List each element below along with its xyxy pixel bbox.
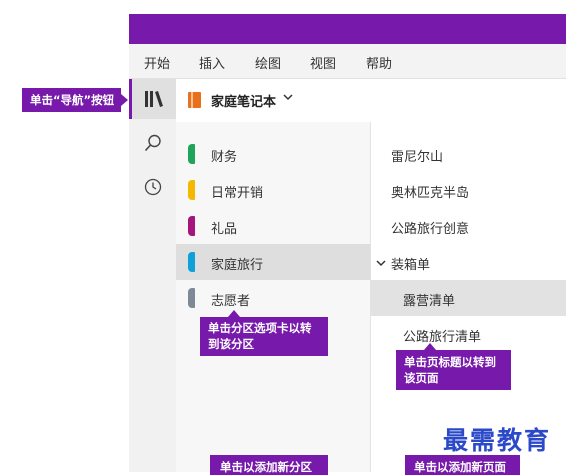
menu-bar: 开始 插入 绘图 视图 帮助: [129, 44, 566, 79]
callout-text-line: 单击分区选项卡以转: [208, 321, 312, 335]
notebook-icon: [188, 92, 201, 108]
section-color-tab: [188, 288, 195, 308]
section-color-tab: [188, 144, 195, 164]
menu-view[interactable]: 视图: [310, 53, 336, 72]
navigation-rail: [129, 79, 176, 472]
callout-text-line: 该页面: [404, 371, 439, 385]
section-tab-daily-expenses[interactable]: 日常开销: [176, 172, 370, 208]
callout-text-line: 单击页标题以转到: [404, 355, 496, 369]
watermark: 最需教育: [443, 426, 552, 455]
page-label: 奥林匹克半岛: [391, 186, 470, 201]
section-label: 日常开销: [211, 186, 264, 201]
page-label: 雷尼尔山: [391, 150, 444, 165]
menu-home[interactable]: 开始: [144, 53, 170, 72]
notebook-header[interactable]: 家庭笔记本: [176, 79, 566, 123]
page-packing-list[interactable]: 装箱单: [371, 244, 566, 280]
section-label: 财务: [211, 150, 238, 165]
page-mount-rainier[interactable]: 雷尼尔山: [371, 136, 566, 172]
search-icon: [144, 134, 161, 152]
menu-help[interactable]: 帮助: [366, 53, 392, 72]
callout-section-tab: 单击分区选项卡以转 到该分区: [200, 317, 328, 356]
callout-arrow: [121, 94, 128, 106]
page-label: 公路旅行创意: [391, 222, 470, 237]
menu-insert[interactable]: 插入: [199, 53, 225, 72]
section-color-tab: [188, 180, 195, 200]
section-label: 志愿者: [211, 294, 251, 309]
page-olympic-peninsula[interactable]: 奥林匹克半岛: [371, 172, 566, 208]
section-color-tab: [188, 216, 195, 236]
section-tab-family-trip[interactable]: 家庭旅行: [176, 244, 370, 280]
callout-arrow: [228, 310, 240, 317]
section-color-tab: [188, 252, 195, 272]
menu-draw[interactable]: 绘图: [255, 53, 281, 72]
section-tab-gifts[interactable]: 礼品: [176, 208, 370, 244]
section-list: 财务 日常开销 礼品 家庭旅行 志愿者: [176, 122, 371, 472]
callout-arrow: [424, 343, 436, 350]
page-list: 雷尼尔山 奥林匹克半岛 公路旅行创意 装箱单 露营清单 公路旅行清单: [371, 122, 566, 472]
clock-icon: [144, 178, 161, 196]
chevron-down-icon[interactable]: [283, 93, 293, 101]
callout-add-page: 单击以添加新页面: [405, 455, 520, 475]
page-label: 公路旅行清单: [403, 330, 482, 345]
page-label: 装箱单: [391, 258, 431, 273]
onenote-window: 开始 插入 绘图 视图 帮助 家庭笔记本 财务 日常开销 礼品 家庭旅行 志愿者…: [129, 14, 566, 472]
section-tab-finance[interactable]: 财务: [176, 136, 370, 172]
title-bar: [129, 14, 566, 44]
section-label: 礼品: [211, 222, 238, 237]
callout-text-line: 到该分区: [208, 337, 254, 351]
page-camping-list[interactable]: 露营清单: [371, 280, 566, 316]
notebook-title: 家庭笔记本: [211, 95, 277, 110]
recent-button[interactable]: [129, 167, 176, 207]
page-label: 露营清单: [403, 294, 456, 309]
callout-add-section: 单击以添加新分区: [210, 455, 328, 475]
navigation-button[interactable]: [129, 79, 176, 119]
section-label: 家庭旅行: [211, 258, 264, 273]
callout-navigation-button: 单击“导航”按钮: [22, 88, 121, 112]
search-button[interactable]: [129, 123, 176, 163]
section-tab-volunteer[interactable]: 志愿者: [176, 280, 370, 316]
callout-text: 单击“导航”按钮: [30, 93, 115, 107]
callout-page-title: 单击页标题以转到 该页面: [396, 350, 511, 390]
library-icon: [145, 91, 163, 107]
chevron-down-icon[interactable]: [376, 259, 386, 267]
page-road-trip-list[interactable]: 公路旅行清单: [371, 316, 566, 352]
page-road-trip-ideas[interactable]: 公路旅行创意: [371, 208, 566, 244]
